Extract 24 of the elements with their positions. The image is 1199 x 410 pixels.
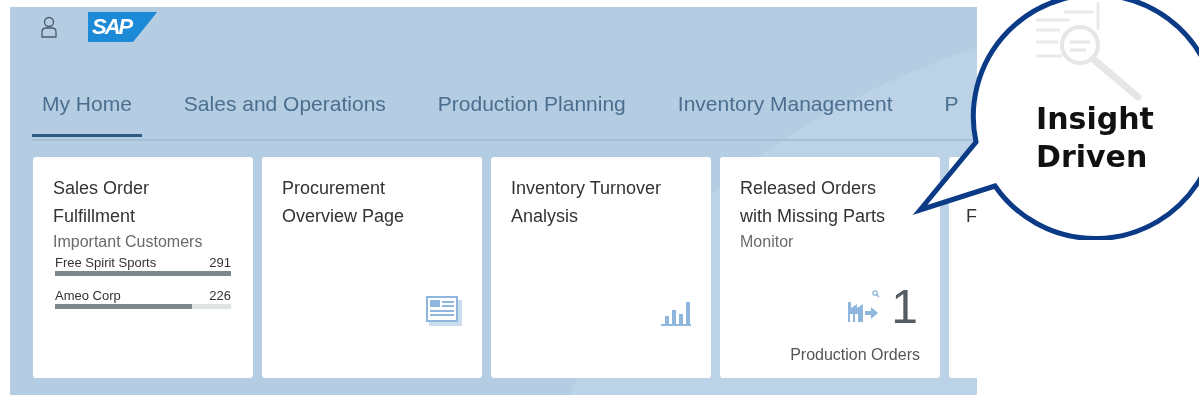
- bar-chart-icon: [661, 302, 691, 326]
- tile-title: Released Orders with Missing Parts: [740, 177, 887, 228]
- tile-subtitle: Monitor: [740, 233, 795, 251]
- tile-title: F: [966, 205, 977, 228]
- customer-name: Free Spirit Sports: [55, 255, 157, 270]
- tile-title: Sales Order Fulfillment: [53, 177, 151, 228]
- app-tile[interactable]: Inventory Turnover Analysis: [491, 157, 711, 378]
- tile-subtitle: Important Customers: [53, 233, 204, 251]
- magnifier-icon: [1034, 0, 1142, 101]
- tile-title: Inventory Turnover Analysis: [511, 177, 663, 228]
- app-tile[interactable]: Released Orders with Missing Parts Monitor 1 Production Orders: [720, 157, 940, 378]
- customer-name: Ameo Corp: [55, 288, 121, 303]
- factory-icon: [845, 290, 882, 324]
- kpi-number: 1: [891, 283, 918, 331]
- callout-text: Insight Driven: [1036, 100, 1155, 176]
- customer-value: 226: [209, 288, 231, 303]
- document-icon: [426, 296, 462, 326]
- tile-title: Procurement Overview Page: [282, 177, 406, 228]
- tile-footer: Production Orders: [790, 346, 920, 364]
- app-tile[interactable]: Procurement Overview Page: [262, 157, 482, 378]
- app-tile[interactable]: Sales Order Fulfillment Important Customers Free Spirit Sports 291 Ameo Corp 226: [33, 157, 253, 378]
- customer-value: 291: [209, 255, 231, 270]
- company-logo: SAP: [88, 12, 158, 42]
- person-icon[interactable]: [40, 16, 58, 38]
